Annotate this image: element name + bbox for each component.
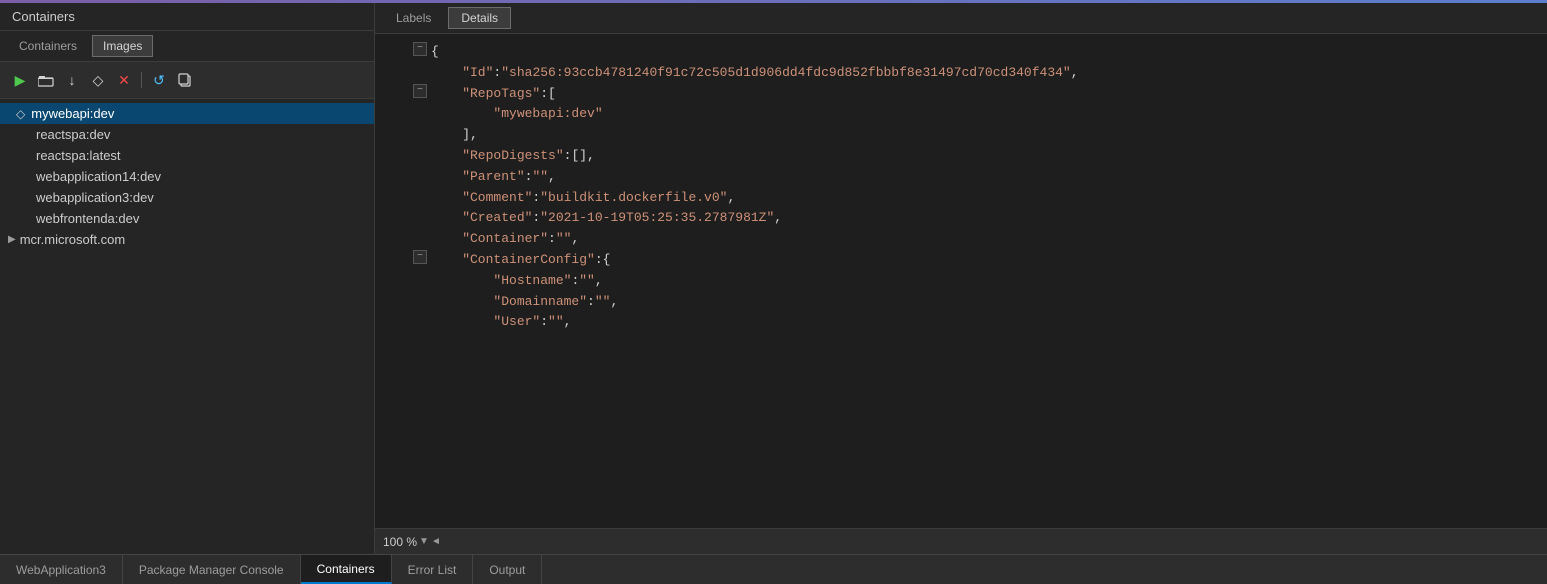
image-label: reactspa:latest xyxy=(36,148,121,163)
json-line-9: "Created" : "2021-10-19T05:25:35.2787981… xyxy=(375,208,1547,229)
tag-icon: ◇ xyxy=(16,107,25,121)
toolbar-separator xyxy=(141,72,142,88)
image-item-reactspa-latest[interactable]: reactspa:latest xyxy=(0,145,374,166)
collapse-btn-11[interactable]: − xyxy=(413,250,427,264)
image-label: webfrontenda:dev xyxy=(36,211,139,226)
bottom-tab-package-manager[interactable]: Package Manager Console xyxy=(123,555,301,584)
scroll-left-btn[interactable]: ◄ xyxy=(431,536,441,547)
json-line-13: "Domainname" : "" , xyxy=(375,292,1547,313)
json-line-14: "User" : "" , xyxy=(375,312,1547,333)
json-line-10: "Container" : "" , xyxy=(375,229,1547,250)
image-item-webapplication14-dev[interactable]: webapplication14:dev xyxy=(0,166,374,187)
json-line-5: ] , xyxy=(375,125,1547,146)
bottom-tab-error-list[interactable]: Error List xyxy=(392,555,474,584)
refresh-button[interactable]: ↺ xyxy=(147,68,171,92)
download-button[interactable]: ↓ xyxy=(60,68,84,92)
left-panel: Containers Containers Images ▶ ↓ ◇ ✕ ↺ ◇… xyxy=(0,3,375,554)
image-item-webfrontenda-dev[interactable]: webfrontenda:dev xyxy=(0,208,374,229)
bottom-tab-webapplication3[interactable]: WebApplication3 xyxy=(0,555,123,584)
copy-button[interactable] xyxy=(173,68,197,92)
play-button[interactable]: ▶ xyxy=(8,68,32,92)
zoom-dropdown-arrow[interactable]: ▼ xyxy=(419,536,429,547)
tab-images[interactable]: Images xyxy=(92,35,153,57)
json-line-1: − { xyxy=(375,42,1547,63)
image-item-mywebapi-dev[interactable]: ◇ mywebapi:dev xyxy=(0,103,374,124)
left-panel-tabs: Containers Images xyxy=(0,31,374,62)
image-label: webapplication3:dev xyxy=(36,190,154,205)
main-content: Containers Containers Images ▶ ↓ ◇ ✕ ↺ ◇… xyxy=(0,3,1547,554)
json-line-8: "Comment" : "buildkit.dockerfile.v0" , xyxy=(375,188,1547,209)
bottom-tabs-bar: WebApplication3 Package Manager Console … xyxy=(0,554,1547,584)
detail-tabs: Labels Details xyxy=(375,3,1547,34)
json-line-12: "Hostname" : "" , xyxy=(375,271,1547,292)
collapse-btn-3[interactable]: − xyxy=(413,84,427,98)
image-list: ◇ mywebapi:dev reactspa:dev reactspa:lat… xyxy=(0,99,374,554)
image-label: reactspa:dev xyxy=(36,127,110,142)
tab-labels[interactable]: Labels xyxy=(383,7,444,29)
expandable-mcr-microsoft[interactable]: ▶ mcr.microsoft.com xyxy=(0,229,374,250)
panel-title: Containers xyxy=(0,3,374,31)
tab-details[interactable]: Details xyxy=(448,7,511,29)
image-item-reactspa-dev[interactable]: reactspa:dev xyxy=(0,124,374,145)
right-panel: Labels Details − { "Id" : "sha256:93ccb4… xyxy=(375,3,1547,554)
json-line-11: − "ContainerConfig" : { xyxy=(375,250,1547,271)
image-label: mywebapi:dev xyxy=(31,106,114,121)
json-line-6: "RepoDigests" : [] , xyxy=(375,146,1547,167)
zoom-level: 100 % xyxy=(383,535,417,549)
open-button[interactable] xyxy=(34,68,58,92)
tag-button[interactable]: ◇ xyxy=(86,68,110,92)
expandable-label: mcr.microsoft.com xyxy=(20,232,125,247)
zoom-control: 100 % ▼ ◄ xyxy=(383,535,441,549)
tab-containers[interactable]: Containers xyxy=(8,35,88,57)
expand-arrow-icon: ▶ xyxy=(8,234,16,245)
images-toolbar: ▶ ↓ ◇ ✕ ↺ xyxy=(0,62,374,99)
status-bar: 100 % ▼ ◄ xyxy=(375,528,1547,554)
image-label: webapplication14:dev xyxy=(36,169,161,184)
bottom-tab-containers[interactable]: Containers xyxy=(301,555,392,584)
bottom-tab-output[interactable]: Output xyxy=(473,555,542,584)
json-content: − { "Id" : "sha256:93ccb4781240f91c72c50… xyxy=(375,34,1547,528)
delete-button[interactable]: ✕ xyxy=(112,68,136,92)
collapse-btn-1[interactable]: − xyxy=(413,42,427,56)
json-line-4: "mywebapi:dev" xyxy=(375,104,1547,125)
json-line-7: "Parent" : "" , xyxy=(375,167,1547,188)
json-line-2: "Id" : "sha256:93ccb4781240f91c72c505d1d… xyxy=(375,63,1547,84)
image-item-webapplication3-dev[interactable]: webapplication3:dev xyxy=(0,187,374,208)
json-line-3: − "RepoTags" : [ xyxy=(375,84,1547,105)
